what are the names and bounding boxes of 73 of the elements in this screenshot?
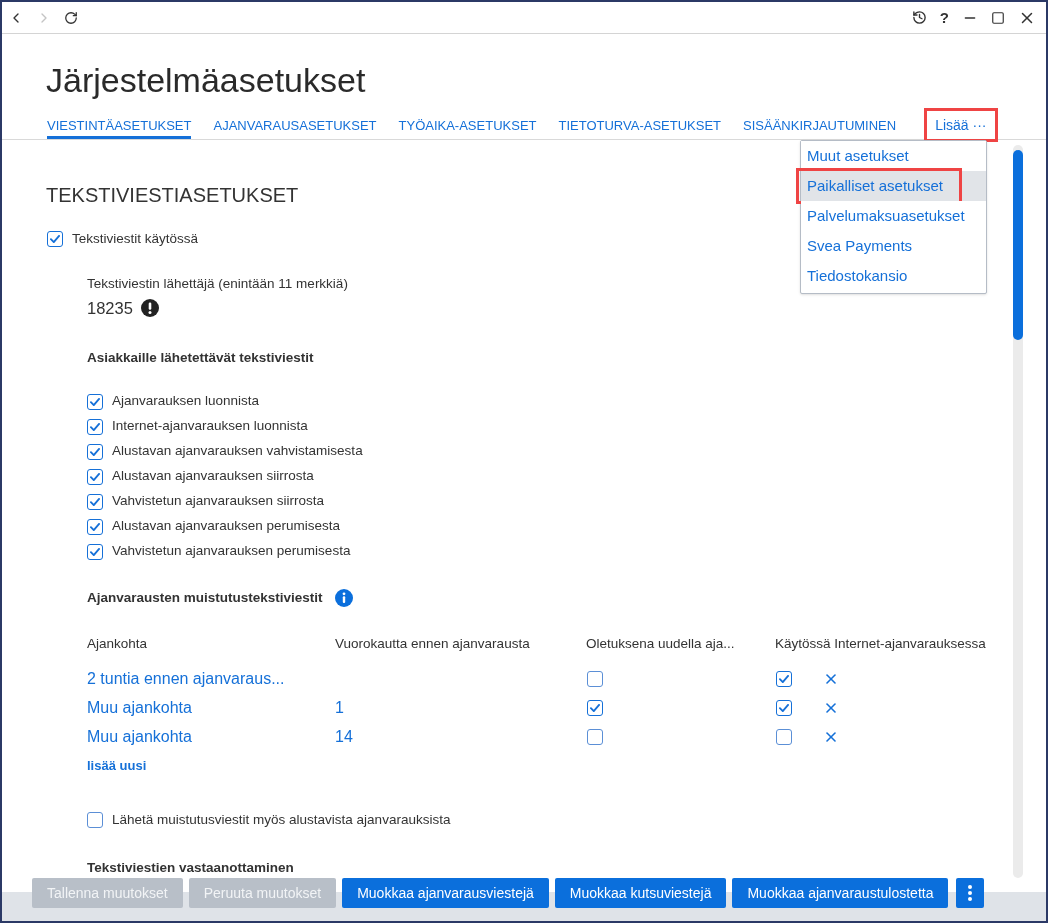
section-heading: Tekstiviestien vastaanottaminen xyxy=(87,859,294,877)
checkbox[interactable] xyxy=(47,231,63,247)
checkmark-icon xyxy=(779,703,789,712)
page-title: Järjestelmäasetukset xyxy=(46,60,366,100)
checkbox[interactable] xyxy=(87,518,103,535)
reminder-time-link[interactable]: Muu ajankohta xyxy=(87,724,192,749)
checkbox[interactable] xyxy=(87,493,103,510)
kebab-icon xyxy=(968,885,973,901)
checkbox-label: Vahvistetun ajanvarauksen perumisesta xyxy=(112,542,351,561)
menu-item[interactable]: Muut asetukset xyxy=(801,141,986,171)
days-link[interactable]: 1 xyxy=(335,695,344,720)
checkbox[interactable] xyxy=(87,393,103,410)
tab[interactable]: TYÖAIKA-ASETUKSET xyxy=(398,108,537,139)
checkmark-icon xyxy=(90,522,100,531)
more-options-button[interactable] xyxy=(956,878,985,908)
checkbox[interactable] xyxy=(87,468,103,485)
checkbox[interactable] xyxy=(87,443,103,460)
checkbox[interactable] xyxy=(587,699,603,716)
checkmark-icon xyxy=(50,235,60,243)
section-heading: Asiakkaille lähetettävät tekstiviestit xyxy=(87,349,314,367)
column-header: Vuorokautta ennen ajanvarausta xyxy=(335,635,530,653)
checkmark-icon xyxy=(590,703,600,712)
checkbox-label: Ajanvarauksen luonnista xyxy=(112,392,260,411)
column-header: Ajankohta xyxy=(87,635,148,653)
footer-button[interactable]: Muokkaa kutsuviestejä xyxy=(554,878,727,908)
checkbox[interactable] xyxy=(87,812,103,828)
checkbox[interactable] xyxy=(776,699,792,716)
field-label: Tekstiviestin lähettäjä (enintään 11 merkkiä) xyxy=(87,275,348,293)
maximize-icon[interactable] xyxy=(991,10,1005,25)
checkbox[interactable] xyxy=(776,670,792,687)
checkbox-label: Vahvistetun ajanvarauksen siirrosta xyxy=(112,492,325,511)
menu-item[interactable]: Svea Payments xyxy=(801,231,986,261)
checkbox[interactable] xyxy=(87,418,103,435)
column-header: Käytössä Internet-ajanvarauksessa xyxy=(775,635,986,653)
checkmark-icon xyxy=(90,422,100,431)
checkbox[interactable] xyxy=(87,543,103,560)
tab[interactable]: AJANVARAUSASETUKSET xyxy=(213,108,377,139)
info-icon[interactable] xyxy=(334,589,353,607)
checkmark-icon xyxy=(90,497,100,506)
tab[interactable]: VIESTINTÄASETUKSET xyxy=(47,108,192,139)
menu-item[interactable]: Tiedostokansio xyxy=(801,261,986,291)
checkmark-icon xyxy=(90,472,100,481)
checkmark-icon xyxy=(779,674,789,683)
reminder-time-link[interactable]: Muu ajankohta xyxy=(87,695,192,720)
checkbox-label: Lähetä muistutusviestit myös alustavista ajanvarauksista xyxy=(112,810,451,829)
checkbox[interactable] xyxy=(776,728,792,745)
scrollbar-thumb[interactable] xyxy=(1013,150,1023,340)
menu-item[interactable]: Palvelumaksuasetukset xyxy=(801,201,986,231)
checkmark-icon xyxy=(90,447,100,456)
checkbox-label: Alustavan ajanvarauksen perumisesta xyxy=(112,517,341,536)
tab[interactable]: SISÄÄNKIRJAUTUMINEN xyxy=(743,108,897,139)
reminder-time-link[interactable]: 2 tuntia ennen ajanvaraus... xyxy=(87,666,285,691)
checkmark-icon xyxy=(90,547,100,556)
refresh-icon[interactable] xyxy=(64,10,78,25)
sender-value: 18235 xyxy=(87,298,133,319)
history-icon[interactable] xyxy=(911,10,927,25)
checkbox[interactable] xyxy=(587,670,603,687)
add-new-link[interactable]: lisää uusi xyxy=(87,756,147,776)
help-button[interactable]: ? xyxy=(939,9,949,26)
checkbox-label: Alustavan ajanvarauksen vahvistamisesta xyxy=(112,442,363,461)
tab[interactable]: TIETOTURVA-ASETUKSET xyxy=(558,108,722,139)
footer-button[interactable]: Muokkaa ajanvaraustulostetta xyxy=(732,878,949,908)
days-link[interactable]: 14 xyxy=(335,724,353,749)
warning-icon xyxy=(140,299,159,317)
checkbox-label: Tekstiviestit käytössä xyxy=(72,229,199,248)
checkbox-label: Alustavan ajanvarauksen siirrosta xyxy=(112,467,314,486)
column-header: Oletuksena uudella aja... xyxy=(586,635,735,653)
checkbox-label: Internet-ajanvarauksen luonnista xyxy=(112,417,308,436)
checkbox[interactable] xyxy=(587,728,603,745)
section-title: TEKSTIVIESTIASETUKSET xyxy=(46,183,299,208)
section-heading: Ajanvarausten muistutustekstiviestit xyxy=(87,588,323,607)
checkmark-icon xyxy=(90,397,100,406)
footer-button[interactable]: Muokkaa ajanvarausviestejä xyxy=(342,878,549,908)
